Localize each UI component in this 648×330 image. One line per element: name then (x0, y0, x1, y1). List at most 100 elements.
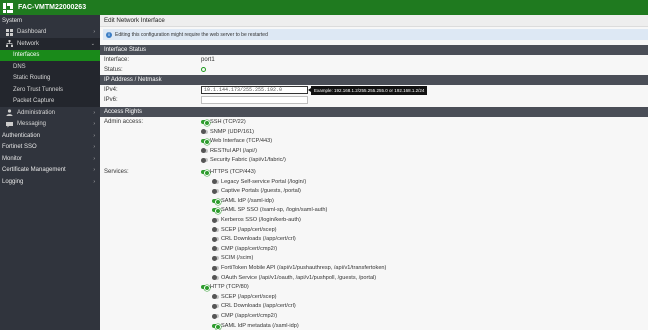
page-title: Edit Network Interface (100, 15, 648, 27)
admin-access-option[interactable]: SSH (TCP/22) (201, 119, 246, 126)
toggle-label: Captive Portals (/guests, /portal) (221, 188, 301, 195)
toggle-switch[interactable] (201, 170, 210, 176)
ipv4-input[interactable]: 10.1.144.173/255.255.192.0 (201, 86, 308, 94)
toggle-switch[interactable] (212, 217, 219, 223)
service-option[interactable]: Kerberos SSO (/login/kerb-auth) (212, 217, 301, 223)
status-row: Status: (100, 65, 648, 75)
user-icon (6, 109, 13, 117)
toggle-switch[interactable] (201, 285, 210, 292)
toggle-switch[interactable] (212, 313, 219, 319)
chevron-right-icon: › (93, 144, 95, 150)
status-up-icon (201, 66, 206, 74)
sidebar-item-packet-capture[interactable]: Packet Capture (0, 95, 100, 107)
toggle-switch[interactable] (201, 129, 208, 135)
ipv6-label: IPv6: (104, 97, 118, 103)
sidebar-item-label: Interfaces (13, 52, 40, 59)
ipv4-tooltip: Example: 192.168.1.2/255.255.255.0 or 19… (307, 85, 428, 95)
sidebar-item-network[interactable]: Network ⌄ (0, 38, 100, 50)
toggle-label: HTTPS (TCP/443) (210, 169, 256, 175)
chevron-right-icon: › (93, 121, 95, 127)
service-option[interactable]: SAML IdP metadata (/saml-idp) (212, 322, 299, 330)
sidebar-item-zero-trust-tunnels[interactable]: Zero Trust Tunnels (0, 84, 100, 96)
admin-access-option[interactable]: RESTful API (/api/) (201, 148, 257, 154)
top-bar: FAC-VMTM22000263 (0, 0, 648, 15)
toggle-switch[interactable] (212, 198, 221, 205)
toggle-switch[interactable] (212, 255, 219, 261)
sidebar-item-fortinet-sso[interactable]: Fortinet SSO › (0, 142, 100, 154)
toggle-switch[interactable] (212, 188, 219, 194)
toggle-label: RESTful API (/api/) (210, 147, 257, 154)
sidebar-item-monitor[interactable]: Monitor › (0, 153, 100, 165)
service-option[interactable]: CRL Downloads (/app/cert/crl) (212, 236, 296, 242)
sidebar-item-label: DNS (13, 63, 26, 70)
toggle-label: Kerberos SSO (/login/kerb-auth) (221, 217, 301, 223)
toggle-label: OAuth Service (/api/v1/oauth, /api/v1/pu… (221, 274, 377, 281)
toggle-label: SAML IdP (/saml-idp) (221, 197, 274, 204)
service-option[interactable]: HTTP (TCP/80) (201, 284, 249, 292)
section-header-access-rights: Access Rights (100, 107, 648, 117)
sidebar-item-authentication[interactable]: Authentication › (0, 130, 100, 142)
toggle-switch[interactable] (212, 208, 221, 215)
ipv6-row: IPv6: (100, 95, 648, 105)
service-option[interactable]: CRL Downloads (/app/cert/crl) (212, 303, 296, 309)
admin-access-option[interactable]: Web Interface (TCP/443) (201, 138, 272, 146)
sidebar-item-messaging[interactable]: Messaging › (0, 119, 100, 131)
service-option[interactable]: OAuth Service (/api/v1/oauth, /api/v1/pu… (212, 275, 376, 281)
chevron-down-icon: ⌄ (90, 40, 95, 47)
admin-access-option[interactable]: Security Fabric (/api/v1/fabric/) (201, 157, 286, 163)
toggle-label: CMP (/app/cert/cmp2/) (221, 313, 278, 319)
toggle-switch[interactable] (212, 275, 219, 281)
toggle-switch[interactable] (212, 246, 219, 252)
sidebar: System Dashboard › Network ⌄ Interfaces … (0, 15, 100, 330)
toggle-switch[interactable] (212, 179, 219, 185)
service-option[interactable]: SCEP (/app/cert/scep) (212, 227, 277, 233)
chevron-right-icon: › (93, 109, 95, 116)
admin-access-option[interactable]: SNMP (UDP/161) (201, 129, 254, 135)
toggle-switch[interactable] (201, 148, 208, 154)
toggle-switch[interactable] (212, 323, 221, 330)
service-option[interactable]: SAML SP SSO (/saml-sp, /login/saml-auth) (212, 207, 327, 215)
chevron-right-icon: › (93, 155, 95, 162)
sidebar-item-interfaces[interactable]: Interfaces (0, 49, 100, 61)
warning-text: Editing this configuration might require… (115, 31, 268, 38)
toggle-label: FortiToken Mobile API (/api/v1/pushauthr… (221, 265, 387, 271)
toggle-switch[interactable] (201, 139, 210, 146)
service-option[interactable]: FortiToken Mobile API (/api/v1/pushauthr… (212, 265, 386, 271)
sidebar-item-certificate-management[interactable]: Certificate Management › (0, 165, 100, 177)
toggle-switch[interactable] (212, 227, 219, 233)
sidebar-item-dashboard[interactable]: Dashboard › (0, 27, 100, 39)
service-option[interactable]: SCEP (/app/cert/scep) (212, 294, 277, 300)
toggle-switch[interactable] (212, 236, 219, 242)
toggle-label: SAML IdP metadata (/saml-idp) (221, 322, 299, 329)
toggle-switch[interactable] (201, 120, 210, 126)
service-option[interactable]: Captive Portals (/guests, /portal) (212, 188, 301, 194)
section-header-interface-status: Interface Status (100, 45, 648, 55)
network-icon (6, 40, 13, 48)
sidebar-item-label: Administration (17, 109, 56, 116)
service-option[interactable]: SAML IdP (/saml-idp) (212, 197, 274, 205)
toggle-label: SCIM (/scim) (221, 255, 254, 262)
service-option[interactable]: CMP (/app/cert/cmp2/) (212, 313, 277, 319)
ipv6-input[interactable] (201, 96, 308, 104)
access-rights-panel: Admin access: Services: SSH (TCP/22) SNMP… (100, 117, 648, 330)
service-option[interactable]: Legacy Self-service Portal (/login/) (212, 179, 306, 185)
sidebar-item-label: Logging (2, 178, 24, 185)
service-option[interactable]: CMP (/app/cert/cmp2/) (212, 246, 277, 252)
sidebar-item-dns[interactable]: DNS (0, 61, 100, 73)
sidebar-item-label: Fortinet SSO (2, 144, 37, 151)
ipv4-row: IPv4: 10.1.144.173/255.255.192.0 Example… (100, 85, 648, 95)
toggle-switch[interactable] (201, 157, 208, 163)
service-option[interactable]: SCIM (/scim) (212, 255, 253, 261)
chevron-right-icon: › (93, 178, 95, 185)
sidebar-item-logging[interactable]: Logging › (0, 176, 100, 188)
sidebar-item-label: Zero Trust Tunnels (13, 86, 64, 93)
sidebar-item-administration[interactable]: Administration › (0, 107, 100, 119)
toggle-switch[interactable] (212, 303, 219, 309)
service-option[interactable]: HTTPS (TCP/443) (201, 169, 256, 176)
toggle-switch[interactable] (212, 265, 219, 271)
toggle-switch[interactable] (212, 294, 219, 300)
sidebar-item-static-routing[interactable]: Static Routing (0, 72, 100, 84)
sidebar-item-system[interactable]: System (0, 15, 100, 27)
sidebar-item-label: Certificate Management (2, 167, 66, 174)
sidebar-item-label: Messaging (17, 121, 47, 128)
